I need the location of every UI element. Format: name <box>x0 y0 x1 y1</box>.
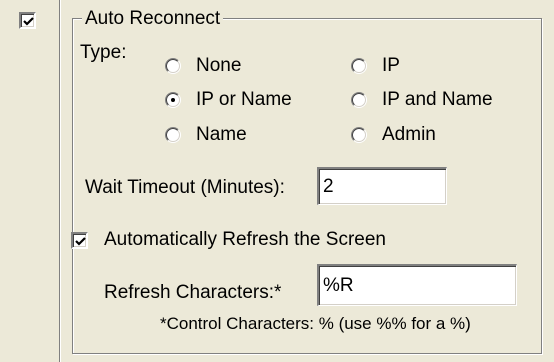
radio-name[interactable] <box>165 127 181 143</box>
left-separator-highlight <box>60 0 61 362</box>
control-chars-note: *Control Characters: % (use %% for a %) <box>160 314 471 333</box>
auto-refresh-checkbox[interactable] <box>71 232 88 249</box>
checkmark-icon <box>23 17 34 26</box>
radio-ip-or-name-label: IP or Name <box>196 89 292 110</box>
refresh-chars-input[interactable] <box>317 264 517 306</box>
radio-none-label: None <box>196 55 242 76</box>
radio-name-label: Name <box>196 124 247 145</box>
radio-ip[interactable] <box>351 58 367 74</box>
wait-timeout-input[interactable] <box>317 167 447 205</box>
radio-ip-and-name-label: IP and Name <box>382 89 493 110</box>
radio-ip-and-name[interactable] <box>351 92 367 108</box>
checkmark-icon <box>75 237 86 246</box>
type-label: Type: <box>80 42 127 63</box>
radio-ip-or-name[interactable] <box>165 92 181 108</box>
radio-ip-label: IP <box>382 55 400 76</box>
refresh-chars-label: Refresh Characters:* <box>104 282 282 303</box>
auto-refresh-label: Automatically Refresh the Screen <box>104 229 386 250</box>
radio-admin-label: Admin <box>382 124 436 145</box>
auto-reconnect-label: Auto Reconnect <box>82 8 224 30</box>
selected-dot-icon <box>171 98 175 102</box>
radio-none[interactable] <box>165 58 181 74</box>
wait-timeout-label: Wait Timeout (Minutes): <box>85 177 285 198</box>
auto-reconnect-checkbox[interactable] <box>19 12 36 29</box>
radio-admin[interactable] <box>351 127 367 143</box>
